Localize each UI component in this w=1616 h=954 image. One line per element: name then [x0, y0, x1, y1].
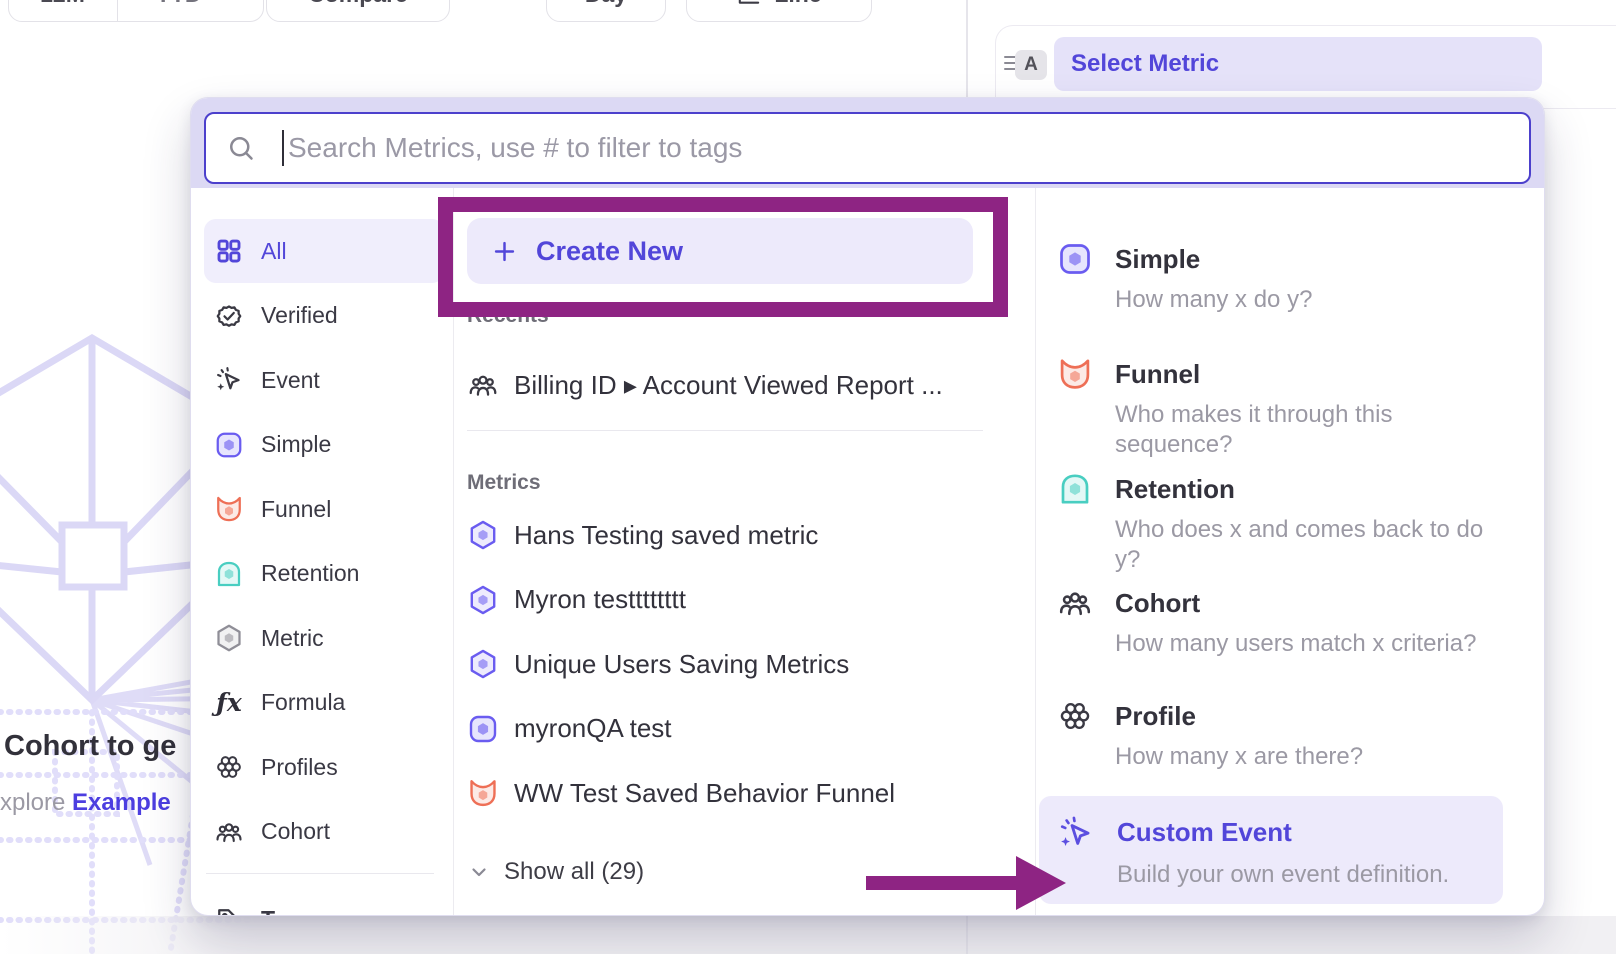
- type-option-funnel[interactable]: Funnel Who makes it through this sequenc…: [1057, 354, 1504, 460]
- sidebar-divider: [206, 873, 434, 874]
- background-subtext-gray: xplore: [0, 789, 72, 816]
- metrics-header: Metrics: [467, 469, 1035, 497]
- section-divider: [467, 430, 983, 431]
- event-cursor-icon: [214, 365, 244, 395]
- tag-icon: [214, 905, 244, 917]
- example-link[interactable]: Example: [72, 789, 171, 816]
- cohort-icon: [214, 817, 244, 847]
- metric-list-item[interactable]: WW Test Saved Behavior Funnel: [467, 761, 1035, 826]
- funnel-icon: [467, 777, 499, 809]
- annotation-rectangle: [438, 197, 1008, 317]
- type-option-retention[interactable]: Retention Who does x and comes back to d…: [1057, 469, 1504, 575]
- saved-metric-icon: [467, 584, 499, 616]
- sidebar-item-metric[interactable]: Metric: [204, 606, 444, 670]
- metric-list-item[interactable]: Unique Users Saving Metrics: [467, 632, 1035, 697]
- event-cursor-icon: [1057, 814, 1095, 852]
- saved-metric-icon: [467, 519, 499, 551]
- retention-icon: [214, 559, 244, 589]
- cohort-icon: [467, 369, 499, 401]
- range-ytd-button[interactable]: YTD: [117, 0, 264, 21]
- chevron-down-icon: [208, 0, 226, 3]
- background-heading: Cohort to ge: [4, 730, 176, 763]
- cohort-icon: [1057, 585, 1093, 621]
- verified-badge-icon: [214, 301, 244, 331]
- annotation-arrow: [866, 856, 1066, 910]
- background-subtext: xplore Example: [0, 789, 171, 817]
- search-icon: [226, 133, 256, 163]
- sidebar-item-formula[interactable]: ƒx Formula: [204, 671, 444, 735]
- sidebar-item-profiles[interactable]: Profiles: [204, 735, 444, 799]
- content-background-band: [0, 916, 1616, 954]
- metric-list-item[interactable]: Myron testttttttt: [467, 568, 1035, 633]
- retention-icon: [1057, 471, 1093, 507]
- panel-divider-line: [966, 916, 968, 954]
- sidebar-item-all[interactable]: All: [204, 219, 444, 283]
- recent-item[interactable]: Billing ID ▸ Account Viewed Report ...: [467, 357, 1035, 413]
- select-metric-pill[interactable]: Select Metric: [1054, 37, 1542, 91]
- type-option-simple[interactable]: Simple How many x do y?: [1057, 239, 1504, 315]
- panel-divider-line: [966, 0, 968, 97]
- day-granularity-button[interactable]: Day: [546, 0, 666, 22]
- type-option-custom-event[interactable]: Custom Event Build your own event defini…: [1039, 796, 1503, 904]
- metric-types-column: Simple How many x do y? Funnel Who makes…: [1035, 98, 1544, 915]
- sidebar-item-verified[interactable]: Verified: [204, 284, 444, 348]
- saved-metric-icon: [467, 648, 499, 680]
- line-chart-type-button[interactable]: Line: [686, 0, 872, 22]
- metric-hexagon-icon: [214, 623, 244, 653]
- date-range-segmented-control: 12M YTD: [8, 0, 264, 22]
- metric-list-item[interactable]: myronQA test: [467, 697, 1035, 762]
- profiles-icon: [214, 752, 244, 782]
- chevron-down-icon: [467, 860, 491, 884]
- sidebar-item-retention[interactable]: Retention: [204, 542, 444, 606]
- sidebar-item-cohort[interactable]: Cohort: [204, 800, 444, 864]
- formula-icon: ƒx: [214, 688, 244, 718]
- profiles-icon: [1057, 698, 1093, 734]
- type-option-cohort[interactable]: Cohort How many users match x criteria?: [1057, 583, 1504, 659]
- metric-a-badge[interactable]: A: [1015, 50, 1047, 80]
- grid-icon: [214, 236, 244, 266]
- sidebar-item-event[interactable]: Event: [204, 348, 444, 412]
- metric-list-item[interactable]: Hans Testing saved metric: [467, 503, 1035, 568]
- compare-button[interactable]: Compare: [266, 0, 450, 22]
- simple-metric-icon: [1057, 241, 1093, 277]
- sidebar-item-tags-clipped[interactable]: T: [204, 888, 444, 917]
- sidebar-item-funnel[interactable]: Funnel: [204, 477, 444, 541]
- category-sidebar: All Verified Event Simple Funnel Retenti…: [191, 188, 453, 915]
- app-screenshot: Cohort to ge xplore Example 12M YTD Comp…: [0, 0, 1616, 954]
- sidebar-item-simple[interactable]: Simple: [204, 413, 444, 477]
- line-chart-icon: [736, 0, 762, 7]
- type-option-profile[interactable]: Profile How many x are there?: [1057, 696, 1504, 772]
- funnel-icon: [214, 494, 244, 524]
- funnel-icon: [1057, 356, 1093, 392]
- range-12m-button[interactable]: 12M: [9, 0, 117, 21]
- simple-metric-icon: [467, 713, 499, 745]
- metrics-list: Hans Testing saved metric Myron testtttt…: [467, 503, 1035, 826]
- simple-metric-icon: [214, 430, 244, 460]
